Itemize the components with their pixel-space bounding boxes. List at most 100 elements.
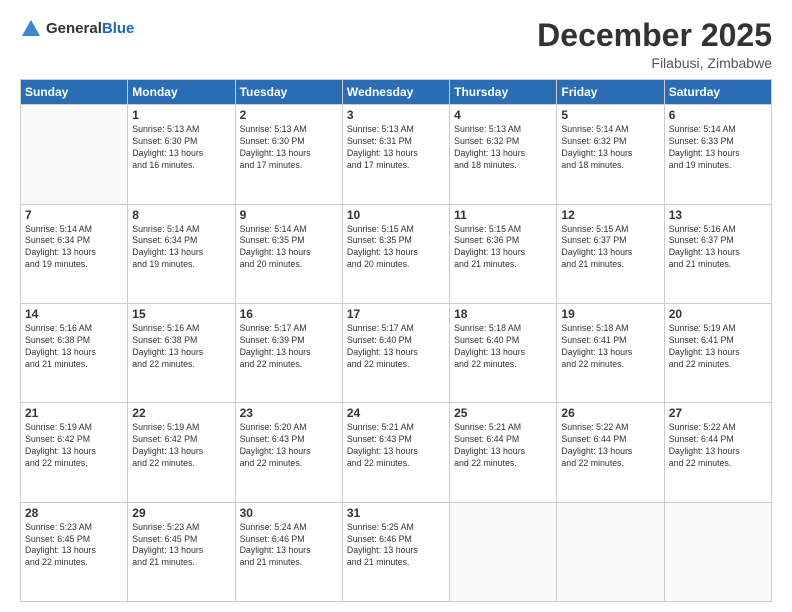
- day-number: 12: [561, 208, 659, 222]
- day-info: Sunrise: 5:21 AM Sunset: 6:44 PM Dayligh…: [454, 422, 552, 470]
- calendar-week-row: 1Sunrise: 5:13 AM Sunset: 6:30 PM Daylig…: [21, 105, 772, 204]
- col-friday: Friday: [557, 80, 664, 105]
- calendar-week-row: 21 Sunrise: 5:19 AM Sunset: 6:42 PM Dayli…: [21, 403, 772, 502]
- day-info: Sunrise: 5:15 AM Sunset: 6:37 PM Dayligh…: [561, 224, 659, 272]
- day-info: Sunrise: 5:13 AM Sunset: 6:31 PM Dayligh…: [347, 124, 445, 172]
- table-row: 10 Sunrise: 5:15 AM Sunset: 6:35 PM Dayli…: [342, 204, 449, 303]
- calendar-week-row: 14 Sunrise: 5:16 AM Sunset: 6:38 PM Dayli…: [21, 303, 772, 402]
- day-info: Sunrise: 5:16 AM Sunset: 6:38 PM Dayligh…: [25, 323, 123, 371]
- day-number: 28: [25, 506, 123, 520]
- col-sunday: Sunday: [21, 80, 128, 105]
- table-row: [664, 502, 771, 601]
- col-wednesday: Wednesday: [342, 80, 449, 105]
- day-info: Sunrise: 5:18 AM Sunset: 6:40 PM Dayligh…: [454, 323, 552, 371]
- table-row: 4 Sunrise: 5:13 AM Sunset: 6:32 PM Daylig…: [450, 105, 557, 204]
- day-number: 31: [347, 506, 445, 520]
- logo-icon: [20, 18, 42, 40]
- day-info: Sunrise: 5:17 AM Sunset: 6:39 PM Dayligh…: [240, 323, 338, 371]
- day-info: Sunrise: 5:19 AM Sunset: 6:41 PM Dayligh…: [669, 323, 767, 371]
- table-row: 15Sunrise: 5:16 AM Sunset: 6:38 PM Dayli…: [128, 303, 235, 402]
- header: GeneralBlue December 2025 Filabusi, Zimb…: [20, 18, 772, 71]
- day-info: Sunrise: 5:25 AM Sunset: 6:46 PM Dayligh…: [347, 522, 445, 570]
- table-row: 18 Sunrise: 5:18 AM Sunset: 6:40 PM Dayli…: [450, 303, 557, 402]
- day-info: Sunrise: 5:14 AM Sunset: 6:33 PM Dayligh…: [669, 124, 767, 172]
- col-monday: Monday: [128, 80, 235, 105]
- col-saturday: Saturday: [664, 80, 771, 105]
- day-number: 2: [240, 108, 338, 122]
- day-info: Sunrise: 5:14 AM Sunset: 6:34 PM Dayligh…: [25, 224, 123, 272]
- calendar-week-row: 28 Sunrise: 5:23 AM Sunset: 6:45 PM Dayli…: [21, 502, 772, 601]
- day-number: 14: [25, 307, 123, 321]
- day-number: 22: [132, 406, 230, 420]
- table-row: 30Sunrise: 5:24 AM Sunset: 6:46 PM Dayli…: [235, 502, 342, 601]
- day-number: 20: [669, 307, 767, 321]
- table-row: 27 Sunrise: 5:22 AM Sunset: 6:44 PM Dayli…: [664, 403, 771, 502]
- table-row: 8 Sunrise: 5:14 AM Sunset: 6:34 PM Daylig…: [128, 204, 235, 303]
- day-info: Sunrise: 5:23 AM Sunset: 6:45 PM Dayligh…: [25, 522, 123, 570]
- logo: GeneralBlue: [20, 18, 134, 40]
- day-number: 25: [454, 406, 552, 420]
- day-number: 27: [669, 406, 767, 420]
- day-info: Sunrise: 5:14 AM Sunset: 6:35 PM Dayligh…: [240, 224, 338, 272]
- day-number: 8: [132, 208, 230, 222]
- day-number: 26: [561, 406, 659, 420]
- day-number: 5: [561, 108, 659, 122]
- day-number: 18: [454, 307, 552, 321]
- day-info: Sunrise: 5:13 AM Sunset: 6:32 PM Dayligh…: [454, 124, 552, 172]
- table-row: 24 Sunrise: 5:21 AM Sunset: 6:43 PM Dayli…: [342, 403, 449, 502]
- day-info: Sunrise: 5:15 AM Sunset: 6:35 PM Dayligh…: [347, 224, 445, 272]
- location-subtitle: Filabusi, Zimbabwe: [537, 55, 772, 71]
- calendar-table: Sunday Monday Tuesday Wednesday Thursday…: [20, 79, 772, 602]
- table-row: 13 Sunrise: 5:16 AM Sunset: 6:37 PM Dayli…: [664, 204, 771, 303]
- table-row: 26 Sunrise: 5:22 AM Sunset: 6:44 PM Dayli…: [557, 403, 664, 502]
- day-number: 13: [669, 208, 767, 222]
- logo-general: General: [46, 20, 102, 37]
- table-row: 14 Sunrise: 5:16 AM Sunset: 6:38 PM Dayli…: [21, 303, 128, 402]
- day-info: Sunrise: 5:21 AM Sunset: 6:43 PM Dayligh…: [347, 422, 445, 470]
- day-info: Sunrise: 5:15 AM Sunset: 6:36 PM Dayligh…: [454, 224, 552, 272]
- day-info: Sunrise: 5:22 AM Sunset: 6:44 PM Dayligh…: [561, 422, 659, 470]
- day-info: Sunrise: 5:16 AM Sunset: 6:38 PM Dayligh…: [132, 323, 230, 371]
- logo-blue: Blue: [102, 20, 135, 37]
- day-info: Sunrise: 5:23 AM Sunset: 6:45 PM Dayligh…: [132, 522, 230, 570]
- day-number: 6: [669, 108, 767, 122]
- table-row: 9 Sunrise: 5:14 AM Sunset: 6:35 PM Daylig…: [235, 204, 342, 303]
- table-row: [21, 105, 128, 204]
- title-area: December 2025 Filabusi, Zimbabwe: [537, 18, 772, 71]
- table-row: 20 Sunrise: 5:19 AM Sunset: 6:41 PM Dayli…: [664, 303, 771, 402]
- day-info: Sunrise: 5:16 AM Sunset: 6:37 PM Dayligh…: [669, 224, 767, 272]
- day-number: 17: [347, 307, 445, 321]
- table-row: 19Sunrise: 5:18 AM Sunset: 6:41 PM Dayli…: [557, 303, 664, 402]
- day-number: 4: [454, 108, 552, 122]
- table-row: 6 Sunrise: 5:14 AM Sunset: 6:33 PM Daylig…: [664, 105, 771, 204]
- month-title: December 2025: [537, 18, 772, 53]
- table-row: 25 Sunrise: 5:21 AM Sunset: 6:44 PM Dayli…: [450, 403, 557, 502]
- table-row: 12 Sunrise: 5:15 AM Sunset: 6:37 PM Dayli…: [557, 204, 664, 303]
- day-number: 23: [240, 406, 338, 420]
- table-row: 1Sunrise: 5:13 AM Sunset: 6:30 PM Daylig…: [128, 105, 235, 204]
- day-info: Sunrise: 5:13 AM Sunset: 6:30 PM Dayligh…: [132, 124, 230, 172]
- day-info: Sunrise: 5:20 AM Sunset: 6:43 PM Dayligh…: [240, 422, 338, 470]
- table-row: 21Sunrise: 5:19 AM Sunset: 6:42 PM Dayli…: [21, 403, 128, 502]
- table-row: 16Sunrise: 5:17 AM Sunset: 6:39 PM Dayli…: [235, 303, 342, 402]
- day-info: Sunrise: 5:22 AM Sunset: 6:44 PM Dayligh…: [669, 422, 767, 470]
- day-number: 11: [454, 208, 552, 222]
- day-info: Sunrise: 5:17 AM Sunset: 6:40 PM Dayligh…: [347, 323, 445, 371]
- day-number: 30: [240, 506, 338, 520]
- day-number: 24: [347, 406, 445, 420]
- day-number: 7: [25, 208, 123, 222]
- day-number: 9: [240, 208, 338, 222]
- table-row: 31 Sunrise: 5:25 AM Sunset: 6:46 PM Dayli…: [342, 502, 449, 601]
- day-number: 10: [347, 208, 445, 222]
- day-number: 21: [25, 406, 123, 420]
- logo-text: GeneralBlue: [46, 20, 134, 38]
- table-row: [450, 502, 557, 601]
- calendar-week-row: 7 Sunrise: 5:14 AM Sunset: 6:34 PM Daylig…: [21, 204, 772, 303]
- col-tuesday: Tuesday: [235, 80, 342, 105]
- table-row: 22 Sunrise: 5:19 AM Sunset: 6:42 PM Dayli…: [128, 403, 235, 502]
- table-row: [557, 502, 664, 601]
- day-info: Sunrise: 5:14 AM Sunset: 6:34 PM Dayligh…: [132, 224, 230, 272]
- page: GeneralBlue December 2025 Filabusi, Zimb…: [0, 0, 792, 612]
- table-row: 29Sunrise: 5:23 AM Sunset: 6:45 PM Dayli…: [128, 502, 235, 601]
- day-info: Sunrise: 5:19 AM Sunset: 6:42 PM Dayligh…: [132, 422, 230, 470]
